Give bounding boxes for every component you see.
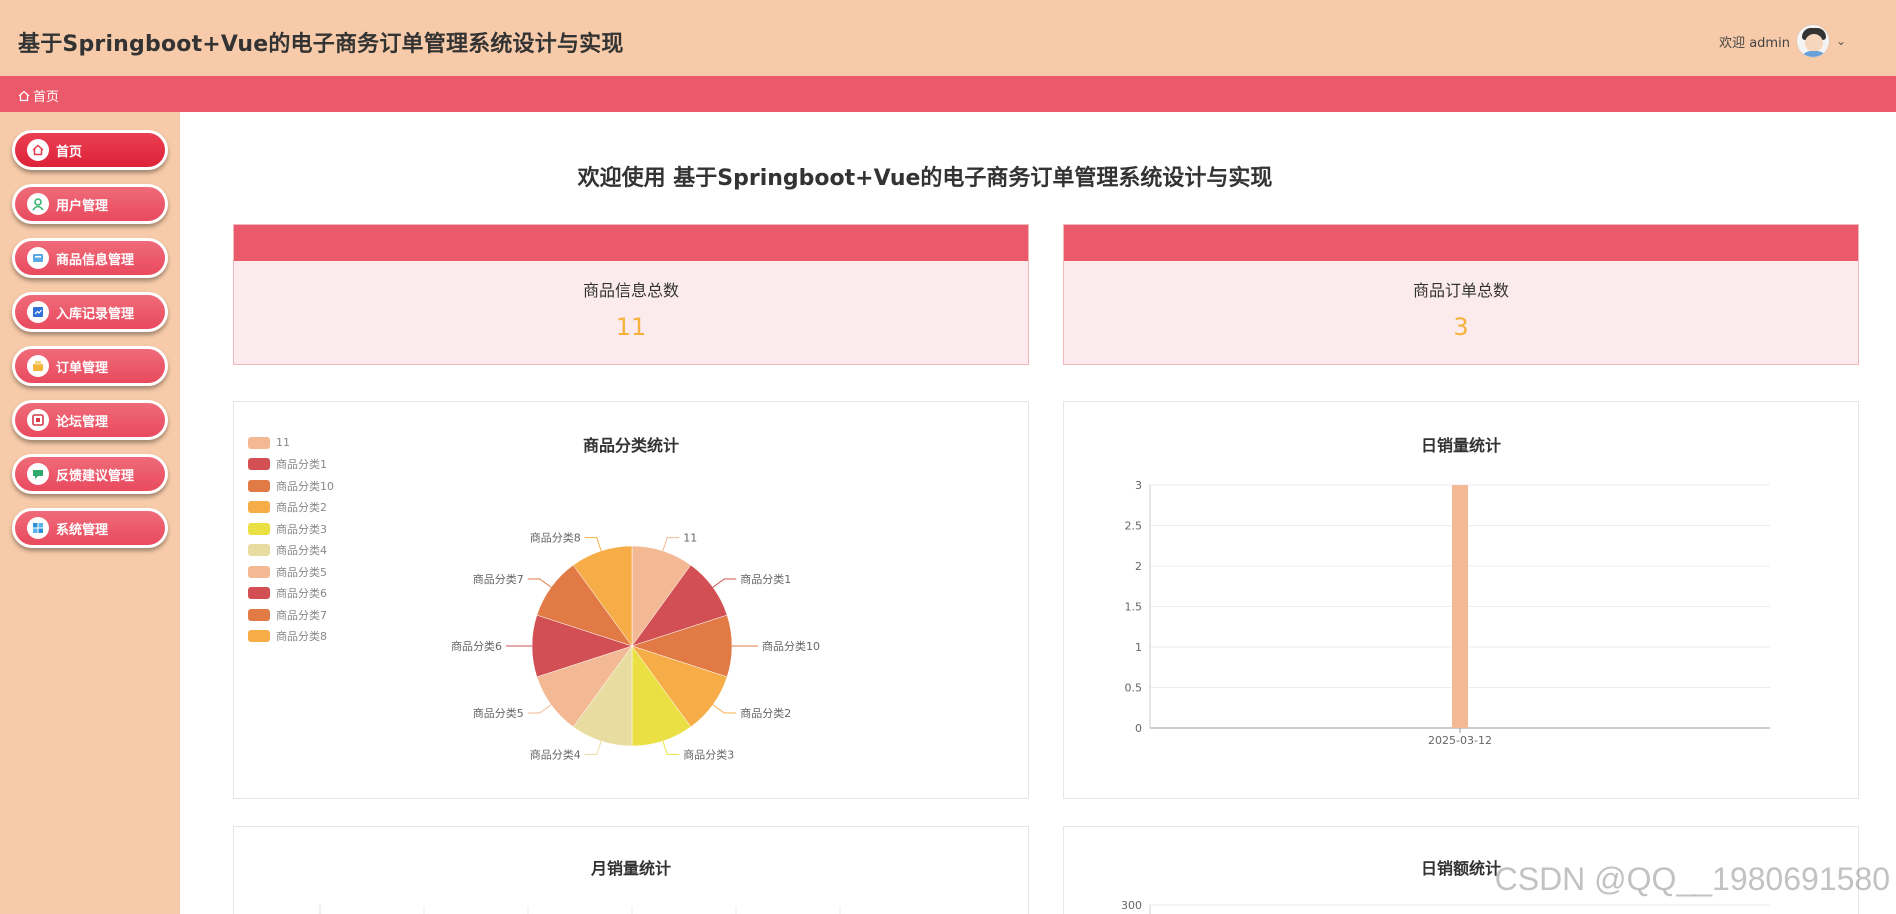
home-icon [18, 90, 30, 101]
sidebar-item-label: 论坛管理 [56, 414, 109, 430]
daily-sales-chart-panel: 日销量统计 0 0.5 1 1.5 2 2.5 3 2025-03-12 [1063, 401, 1859, 799]
y-tick-label: 300 [1121, 899, 1142, 912]
pie-label-line [712, 578, 737, 588]
sidebar-item-label: 用户管理 [56, 198, 109, 214]
chevron-down-icon[interactable]: ⌄ [1836, 34, 1846, 48]
main-content: 欢迎使用 基于Springboot+Vue的电子商务订单管理系统设计与实现 商品… [180, 112, 1896, 914]
pie-label-line [527, 704, 552, 714]
pie-chart: 11 商品分类1 商品分类10 商品分类2 商品分类3 商品分类4 商品分类5 商品分类6 商品… [451, 531, 820, 762]
sidebar-item-inbound[interactable]: 入库记录管理 [12, 292, 168, 332]
feedback-icon [27, 463, 49, 485]
sidebar-item-label: 系统管理 [56, 522, 109, 538]
y-tick-label: 2 [1135, 560, 1142, 573]
sidebar-item-label: 入库记录管理 [56, 306, 135, 322]
bar-chart: 0 0.5 1 1.5 2 2.5 3 2025-03-12 [1125, 479, 1770, 747]
avatar[interactable] [1795, 24, 1830, 58]
y-tick-label: 2.5 [1125, 520, 1143, 533]
x-tick-label: 2025-03-12 [1428, 734, 1492, 747]
sidebar-item-label: 订单管理 [56, 360, 109, 376]
sidebar-item-label: 反馈建议管理 [56, 468, 135, 484]
user-icon [27, 193, 49, 215]
pie-label: 11 [683, 532, 697, 545]
pie-label-line [662, 740, 680, 755]
pie-label: 商品分类6 [451, 639, 502, 653]
forum-icon [27, 409, 49, 431]
sidebar-item-system[interactable]: 系统管理 [12, 508, 168, 548]
watermark: CSDN @QQ__1980691580 [1494, 861, 1890, 897]
home-icon [27, 139, 49, 161]
stat-label: 商品订单总数 [1412, 281, 1509, 300]
pie-label: 商品分类10 [762, 639, 820, 653]
sidebar-item-orders[interactable]: 订单管理 [12, 346, 168, 386]
order-icon [27, 355, 49, 377]
app-header: 基于Springboot+Vue的电子商务订单管理系统设计与实现 欢迎 admi… [0, 0, 1896, 76]
y-tick-label: 0.5 [1125, 682, 1143, 695]
pie-label: 商品分类4 [530, 747, 581, 761]
product-icon [27, 247, 49, 269]
pie-label: 商品分类8 [530, 531, 581, 545]
pie-label-line [712, 704, 737, 714]
y-tick-label: 1 [1135, 641, 1142, 654]
app-title: 基于Springboot+Vue的电子商务订单管理系统设计与实现 [18, 32, 624, 57]
stat-label: 商品信息总数 [582, 281, 679, 300]
category-chart-panel: 商品分类统计 11 商品分类1 商品分类10 商品分类2 商品分类3 商品分类4 商品分类5… [233, 401, 1029, 799]
sidebar-item-feedback[interactable]: 反馈建议管理 [12, 454, 168, 494]
pie-label-line [584, 537, 602, 552]
inbound-icon [27, 301, 49, 323]
page-title: 欢迎使用 基于Springboot+Vue的电子商务订单管理系统设计与实现 [577, 166, 1273, 191]
stat-value: 11 [615, 313, 647, 341]
pie-label: 商品分类2 [740, 706, 791, 720]
sidebar-item-label: 首页 [56, 144, 83, 160]
sidebar-item-users[interactable]: 用户管理 [12, 184, 168, 224]
sidebar-item-forum[interactable]: 论坛管理 [12, 400, 168, 440]
breadcrumb-bar: 首页 [0, 76, 1896, 112]
y-tick-label: 1.5 [1125, 601, 1143, 614]
pie-label-line [527, 578, 552, 588]
user-menu[interactable]: 欢迎 admin ⌄ [1719, 24, 1846, 58]
breadcrumb[interactable]: 首页 [18, 86, 59, 105]
bar[interactable] [1452, 485, 1468, 728]
pie-label: 商品分类5 [473, 706, 524, 720]
pie-label: 商品分类7 [473, 572, 524, 586]
stat-card-orders: 商品订单总数 3 [1063, 224, 1859, 365]
system-icon [27, 517, 49, 539]
pie-label: 商品分类3 [683, 747, 734, 761]
monthly-chart-grid [319, 905, 841, 914]
y-tick-label: 3 [1135, 479, 1142, 492]
sidebar-item-label: 商品信息管理 [56, 252, 135, 268]
pie-label-line [662, 537, 680, 552]
pie-label: 商品分类1 [740, 572, 791, 586]
y-tick-label: 0 [1135, 722, 1142, 735]
breadcrumb-home[interactable]: 首页 [33, 86, 59, 105]
sidebar-item-products[interactable]: 商品信息管理 [12, 238, 168, 278]
stat-card-products: 商品信息总数 11 [233, 224, 1029, 365]
stat-value: 3 [1453, 313, 1469, 341]
sidebar: 首页 用户管理 商品信息管理 入库记录管理 订单管理 论坛管理 反馈建议管理 系… [0, 112, 180, 914]
pie-label-line [584, 740, 602, 755]
monthly-sales-chart-panel: 月销量统计 [233, 826, 1029, 914]
welcome-text: 欢迎 admin [1719, 35, 1790, 51]
sidebar-item-home[interactable]: 首页 [12, 130, 168, 170]
